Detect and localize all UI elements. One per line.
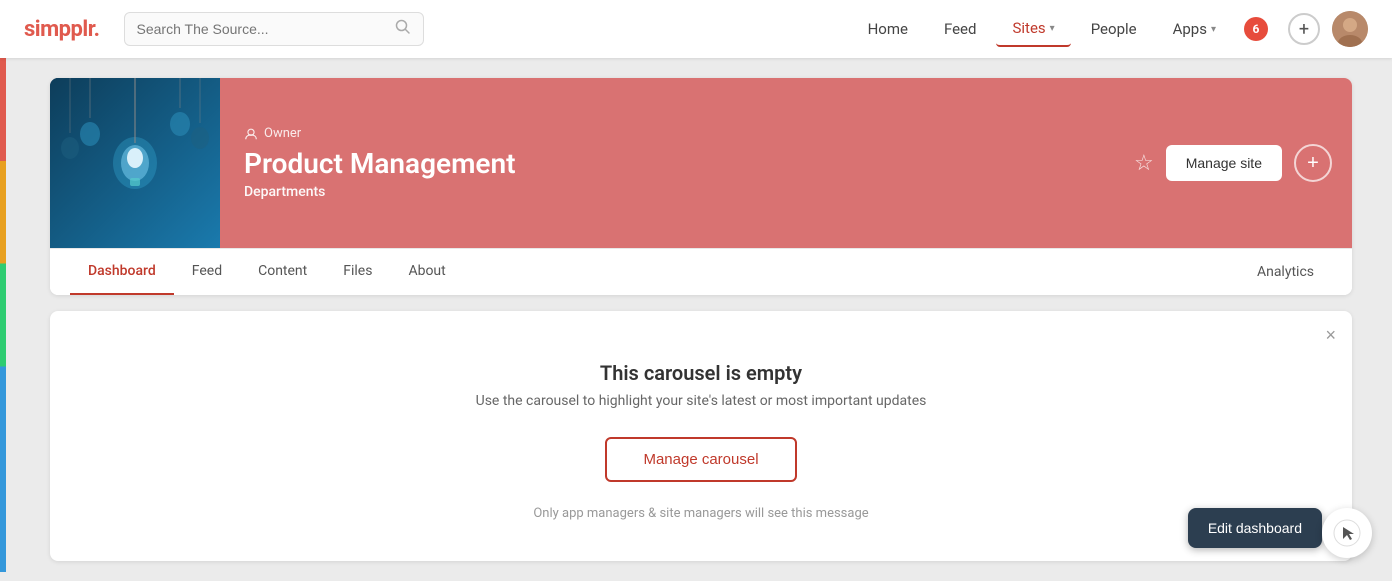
carousel-title: This carousel is empty bbox=[90, 361, 1312, 385]
edit-dashboard-button[interactable]: Edit dashboard bbox=[1188, 508, 1322, 548]
left-bar bbox=[0, 58, 6, 572]
tab-dashboard[interactable]: Dashboard bbox=[70, 249, 174, 295]
manage-carousel-button[interactable]: Manage carousel bbox=[605, 437, 796, 482]
nav-people[interactable]: People bbox=[1075, 12, 1153, 46]
nav-sites[interactable]: Sites ▾ bbox=[996, 11, 1070, 47]
site-tabs: Dashboard Feed Content Files About Analy… bbox=[50, 248, 1352, 295]
site-banner bbox=[50, 78, 220, 248]
carousel-note: Only app managers & site managers will s… bbox=[90, 506, 1312, 521]
favorite-button[interactable]: ☆ bbox=[1134, 150, 1154, 176]
tab-files[interactable]: Files bbox=[325, 249, 390, 295]
search-input[interactable] bbox=[137, 21, 387, 37]
tab-feed[interactable]: Feed bbox=[174, 249, 240, 295]
carousel-card: × This carousel is empty Use the carouse… bbox=[50, 311, 1352, 561]
site-department: Departments bbox=[244, 184, 1328, 200]
add-content-button[interactable]: + bbox=[1294, 144, 1332, 182]
site-card: Owner Product Management Departments ☆ M… bbox=[50, 78, 1352, 295]
tab-content[interactable]: Content bbox=[240, 249, 325, 295]
close-button[interactable]: × bbox=[1325, 325, 1336, 346]
add-button[interactable]: + bbox=[1288, 13, 1320, 45]
carousel-description: Use the carousel to highlight your site'… bbox=[90, 393, 1312, 409]
owner-icon bbox=[244, 127, 258, 141]
sites-chevron-icon: ▾ bbox=[1050, 23, 1055, 34]
nav-feed[interactable]: Feed bbox=[928, 12, 993, 46]
logo-text: simpplr. bbox=[24, 17, 100, 42]
avatar[interactable] bbox=[1332, 11, 1368, 47]
apps-chevron-icon: ▾ bbox=[1211, 24, 1216, 35]
site-header: Owner Product Management Departments ☆ M… bbox=[50, 78, 1352, 248]
manage-site-button[interactable]: Manage site bbox=[1166, 145, 1282, 181]
nav-links: Home Feed Sites ▾ People Apps ▾ 6 + bbox=[852, 11, 1368, 47]
tab-about[interactable]: About bbox=[390, 249, 463, 295]
search-icon bbox=[395, 19, 411, 39]
nav-home[interactable]: Home bbox=[852, 12, 924, 46]
search-bar[interactable] bbox=[124, 12, 424, 46]
tab-analytics[interactable]: Analytics bbox=[1239, 250, 1332, 294]
site-actions: ☆ Manage site + bbox=[1134, 144, 1332, 182]
navbar: simpplr. Home Feed Sites ▾ People Apps ▾… bbox=[0, 0, 1392, 58]
notification-badge[interactable]: 6 bbox=[1244, 17, 1268, 41]
logo[interactable]: simpplr. bbox=[24, 17, 100, 42]
main-content: Owner Product Management Departments ☆ M… bbox=[0, 58, 1392, 581]
owner-label: Owner bbox=[244, 126, 1328, 141]
cursor-icon bbox=[1322, 508, 1372, 558]
nav-apps[interactable]: Apps ▾ bbox=[1157, 12, 1232, 46]
